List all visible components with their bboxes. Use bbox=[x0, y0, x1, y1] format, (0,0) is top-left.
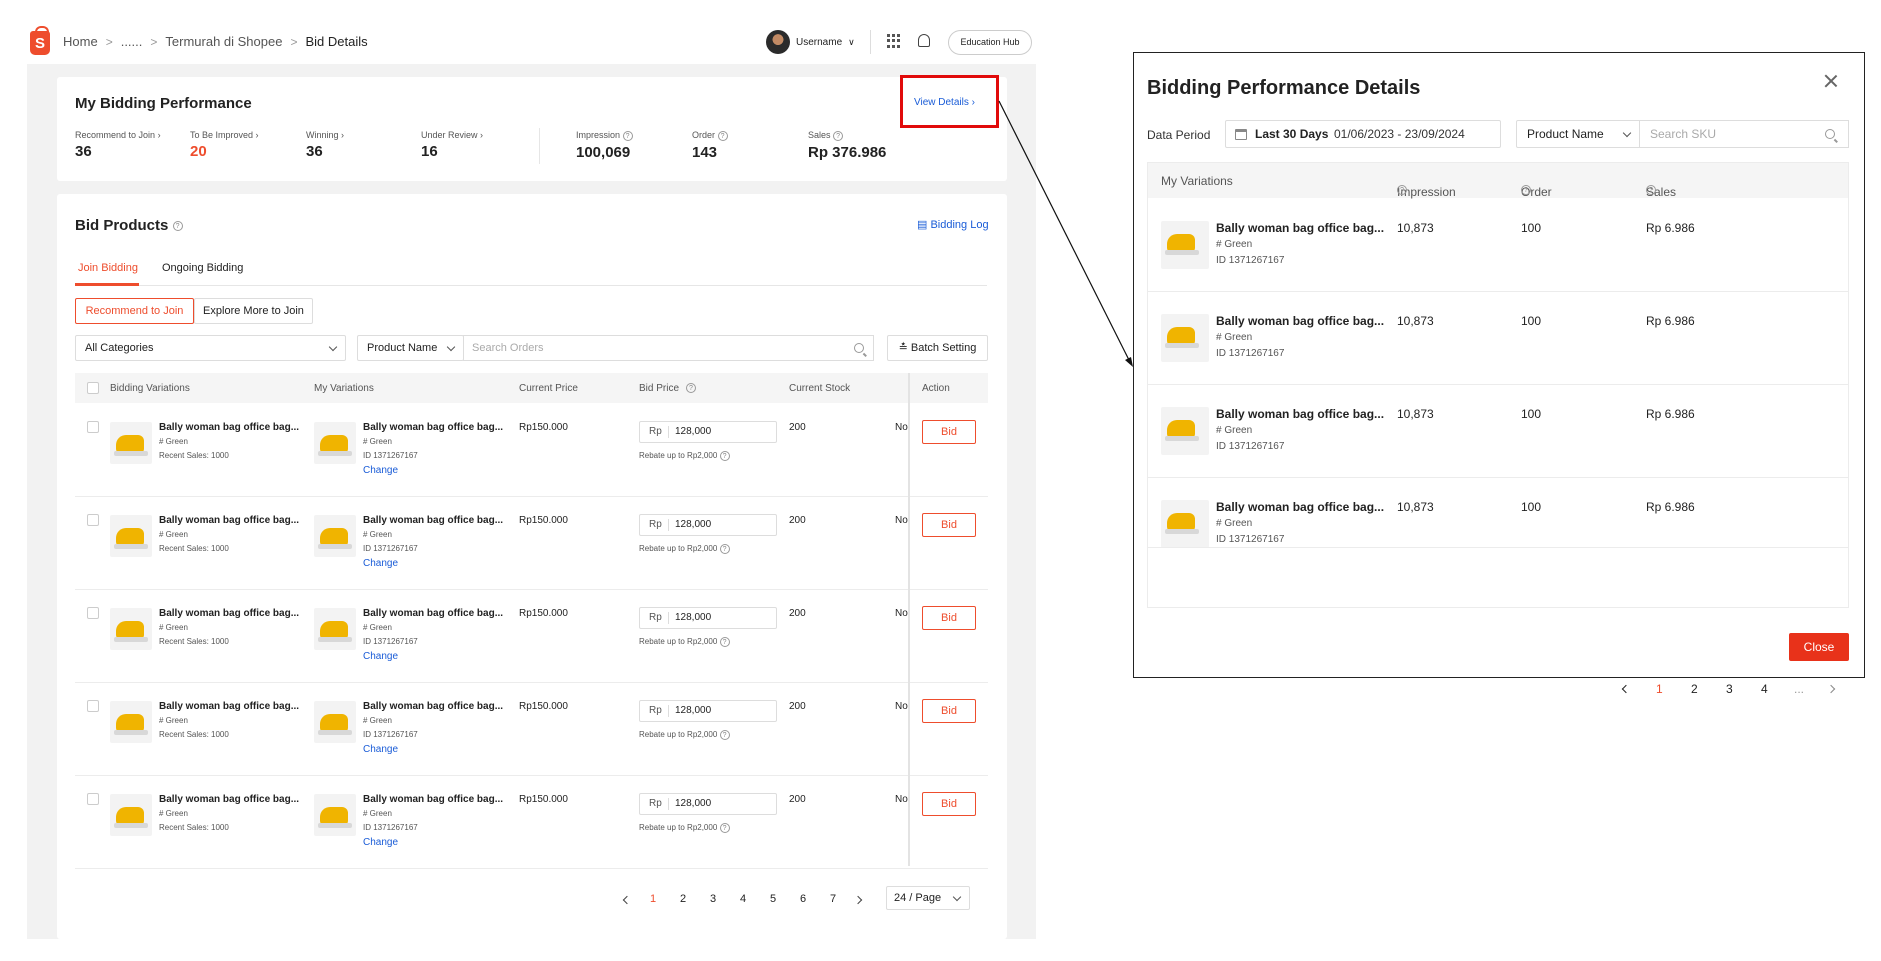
product-name[interactable]: Bally woman bag office bag... bbox=[1216, 407, 1384, 421]
help-icon[interactable]: ? bbox=[1397, 185, 1407, 195]
calendar-icon bbox=[1235, 129, 1247, 140]
order-value: 100 bbox=[1521, 314, 1542, 328]
product-meta: # Green ID 1371267167 bbox=[1216, 237, 1284, 269]
product-name[interactable]: Bally woman bag office bag... bbox=[1216, 500, 1384, 514]
help-icon[interactable]: ? bbox=[1646, 185, 1656, 195]
variant-label: # Green bbox=[1216, 332, 1253, 343]
product-id: ID 1371267167 bbox=[1216, 255, 1285, 266]
date-range-picker[interactable]: Last 30 Days 01/06/2023 - 23/09/2024 bbox=[1225, 120, 1501, 148]
impression-value: 10,873 bbox=[1397, 500, 1434, 514]
variant-label: # Green bbox=[1216, 239, 1253, 250]
product-id: ID 1371267167 bbox=[1216, 348, 1285, 359]
modal-title: Bidding Performance Details bbox=[1147, 77, 1421, 99]
modal-page-4[interactable]: 4 bbox=[1761, 682, 1768, 696]
product-name[interactable]: Bally woman bag office bag... bbox=[1216, 314, 1384, 328]
period-name: Last 30 Days bbox=[1255, 127, 1329, 141]
period-range: 01/06/2023 - 23/09/2024 bbox=[1334, 127, 1465, 141]
close-icon[interactable] bbox=[1823, 73, 1839, 89]
modal-table: My Variations Impression ? Order ? Sales… bbox=[1147, 162, 1849, 696]
close-button[interactable]: Close bbox=[1789, 633, 1849, 661]
product-thumbnail bbox=[1161, 500, 1209, 547]
modal-table-header: My Variations Impression ? Order ? Sales… bbox=[1148, 163, 1848, 199]
modal-table-row: Bally woman bag office bag... # Green ID 1… bbox=[1148, 385, 1848, 478]
modal-table-row: Bally woman bag office bag... # Green ID 1… bbox=[1148, 478, 1848, 548]
sales-value: Rp 6.986 bbox=[1646, 407, 1695, 421]
chevron-down-icon bbox=[1622, 128, 1632, 138]
impression-value: 10,873 bbox=[1397, 314, 1434, 328]
order-value: 100 bbox=[1521, 500, 1542, 514]
product-name[interactable]: Bally woman bag office bag... bbox=[1216, 221, 1384, 235]
search-sku-input[interactable]: Search SKU bbox=[1640, 120, 1849, 148]
product-thumbnail bbox=[1161, 314, 1209, 362]
order-value: 100 bbox=[1521, 407, 1542, 421]
modal-page-1[interactable]: 1 bbox=[1656, 682, 1663, 696]
sales-value: Rp 6.986 bbox=[1646, 500, 1695, 514]
search-icon[interactable] bbox=[1825, 129, 1835, 139]
modal-field-select[interactable]: Product Name bbox=[1516, 120, 1640, 148]
variant-label: # Green bbox=[1216, 425, 1253, 436]
product-meta: # Green ID 1371267167 bbox=[1216, 516, 1285, 547]
col-my-variations: My Variations bbox=[1161, 174, 1233, 188]
help-icon[interactable]: ? bbox=[1521, 185, 1531, 195]
modal-table-row: Bally woman bag office bag... # Green ID 1… bbox=[1148, 292, 1848, 385]
product-id: ID 1371267167 bbox=[1216, 534, 1285, 545]
impression-value: 10,873 bbox=[1397, 221, 1434, 235]
product-meta: # Green ID 1371267167 bbox=[1216, 423, 1284, 455]
bidding-details-modal: Bidding Performance Details Data Period … bbox=[1133, 52, 1865, 696]
modal-page-ellipsis: ... bbox=[1794, 682, 1805, 696]
sales-value: Rp 6.986 bbox=[1646, 314, 1695, 328]
product-id: ID 1371267167 bbox=[1216, 441, 1285, 452]
impression-value: 10,873 bbox=[1397, 407, 1434, 421]
data-period-label: Data Period bbox=[1147, 128, 1211, 142]
search-sku-placeholder: Search SKU bbox=[1650, 127, 1717, 141]
product-meta: # Green ID 1371267167 bbox=[1216, 330, 1284, 362]
order-value: 100 bbox=[1521, 221, 1542, 235]
modal-field-select-value: Product Name bbox=[1527, 127, 1604, 141]
product-thumbnail bbox=[1161, 221, 1209, 269]
modal-page-2[interactable]: 2 bbox=[1691, 682, 1698, 696]
sales-value: Rp 6.986 bbox=[1646, 221, 1695, 235]
modal-page-3[interactable]: 3 bbox=[1726, 682, 1733, 696]
modal-table-row: Bally woman bag office bag... # Green ID 1… bbox=[1148, 199, 1848, 292]
product-thumbnail bbox=[1161, 407, 1209, 455]
variant-label: # Green bbox=[1216, 518, 1253, 529]
